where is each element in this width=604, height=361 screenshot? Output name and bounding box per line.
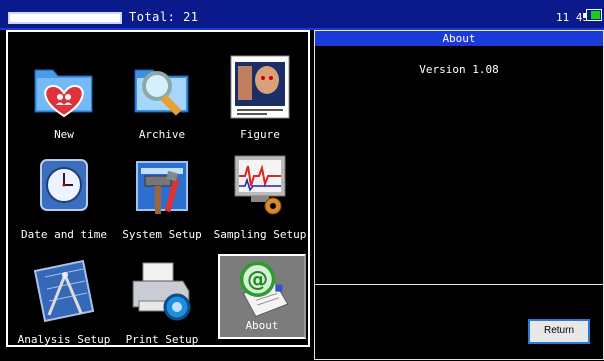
figure-body-icon	[230, 55, 290, 119]
menu-item-system-setup[interactable]: System Setup	[112, 152, 212, 252]
about-title: About	[315, 31, 603, 46]
menu-item-label: Analysis Setup	[17, 333, 111, 346]
version-text: Version 1.08	[419, 63, 499, 76]
status-bar: Total: 21 11 45	[0, 0, 604, 30]
about-panel: About Version 1.08 Return	[314, 30, 604, 360]
divider	[315, 284, 603, 285]
main-menu: New Archive Figure Date and time System …	[6, 30, 310, 347]
menu-item-new[interactable]: New	[14, 52, 114, 152]
menu-item-label: Date and time	[20, 228, 108, 241]
menu-item-print-setup[interactable]: Print Setup	[112, 257, 212, 357]
progress-fill	[10, 14, 120, 22]
battery-icon	[583, 9, 602, 21]
menu-item-archive[interactable]: Archive	[112, 52, 212, 152]
menu-item-date-and-time[interactable]: Date and time	[14, 152, 114, 252]
menu-item-label: Sampling Setup	[213, 228, 307, 241]
menu-item-label: About	[245, 319, 279, 332]
sampling-ecg-icon	[234, 155, 286, 215]
menu-item-label: New	[54, 128, 74, 141]
return-button[interactable]: Return	[528, 319, 590, 344]
drafting-compass-icon	[33, 259, 95, 323]
menu-item-analysis-setup[interactable]: Analysis Setup	[14, 257, 114, 357]
menu-item-label: System Setup	[122, 228, 202, 241]
menu-item-sampling-setup[interactable]: Sampling Setup	[210, 152, 310, 252]
total-count: Total: 21	[129, 10, 199, 24]
menu-item-figure[interactable]: Figure	[210, 52, 310, 152]
archive-search-icon	[134, 69, 189, 116]
menu-item-label: Archive	[138, 128, 186, 141]
clock-icon	[40, 159, 88, 211]
menu-item-label: Figure	[240, 128, 280, 141]
printer-gear-icon	[132, 262, 191, 321]
progress-bar	[8, 12, 122, 24]
menu-item-label: Print Setup	[125, 333, 199, 346]
svg-text:@: @	[247, 267, 268, 292]
tools-icon	[136, 161, 188, 214]
new-record-icon	[34, 69, 93, 118]
menu-item-about[interactable]: @ About	[218, 254, 306, 339]
email-at-icon: @	[239, 261, 289, 318]
